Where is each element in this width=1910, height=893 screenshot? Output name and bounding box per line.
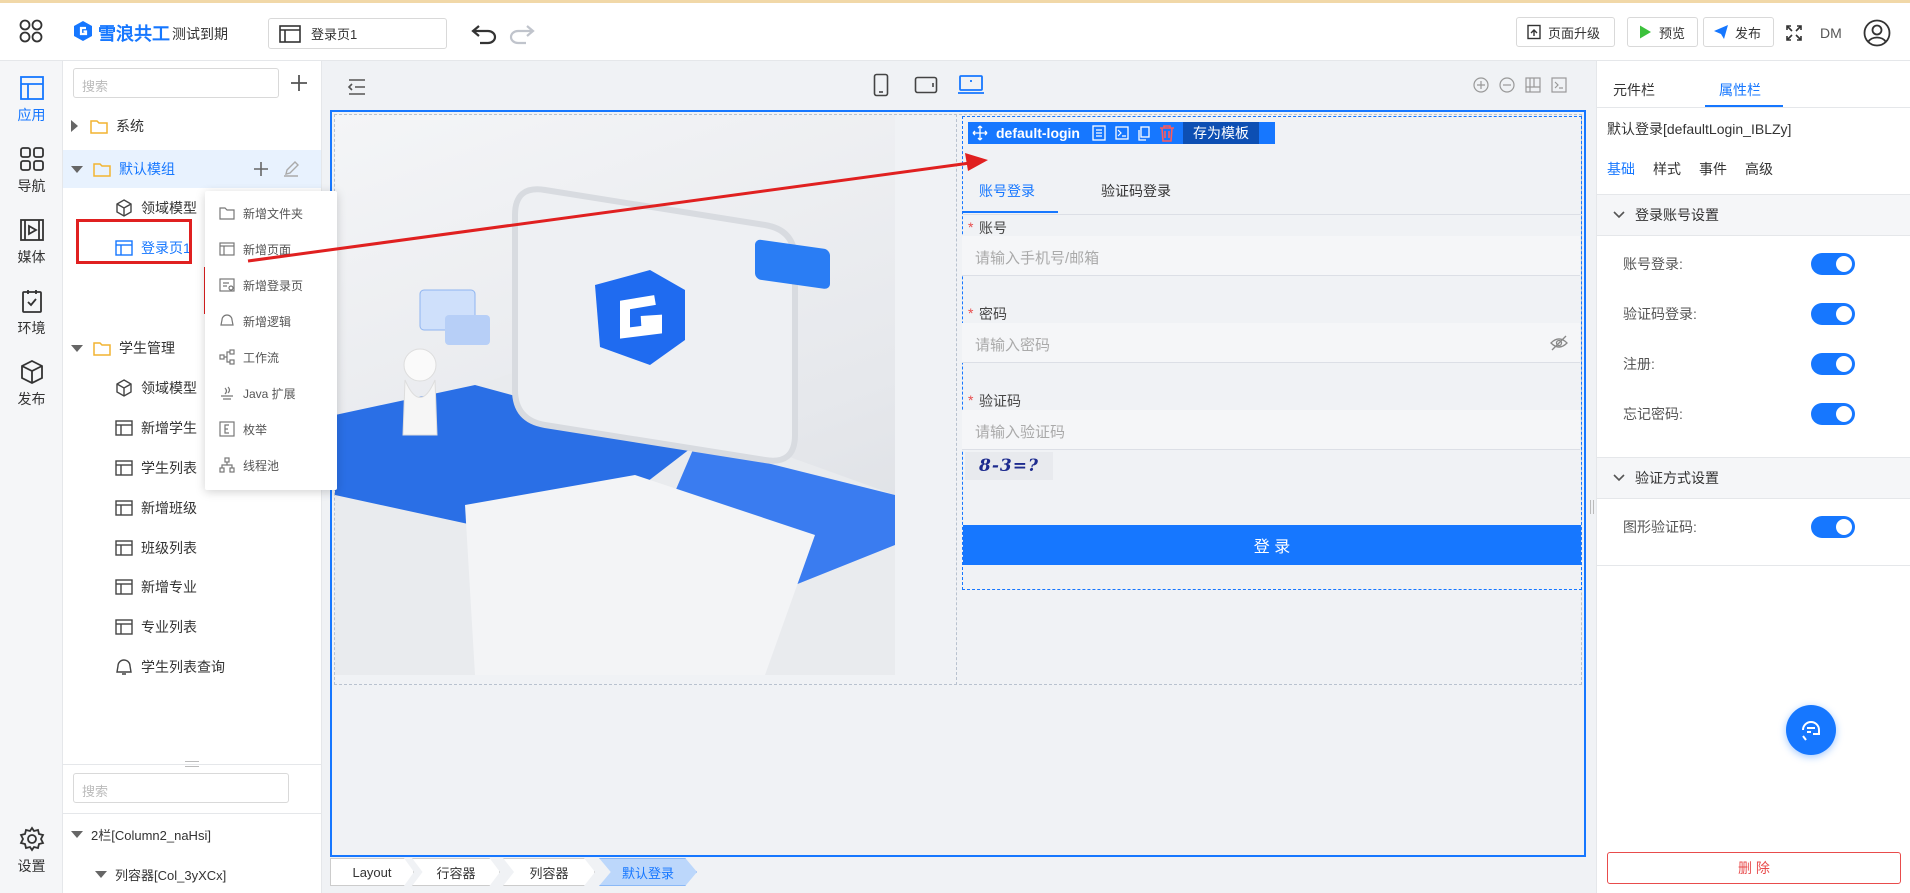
tab-properties[interactable]: 属性栏 — [1719, 80, 1761, 100]
toggle-image-captcha[interactable] — [1811, 516, 1855, 538]
setting-label: 账号登录: — [1623, 256, 1683, 272]
chevron-down-icon — [1613, 211, 1625, 219]
properties-panel: 元件栏 属性栏 默认登录[defaultLogin_IBLZy] 基础 样式 事… — [1596, 61, 1910, 893]
toggle-code-login[interactable] — [1811, 303, 1855, 325]
chevron-down-icon — [1613, 474, 1625, 482]
setting-label: 忘记密码: — [1623, 406, 1683, 422]
breadcrumb-layout[interactable]: Layout — [330, 858, 414, 886]
subtab-advanced[interactable]: 高级 — [1745, 159, 1773, 179]
toggle-register[interactable] — [1811, 353, 1855, 375]
breadcrumb-col-container[interactable]: 列容器 — [503, 858, 595, 886]
component-title: 默认登录[defaultLogin_IBLZy] — [1607, 121, 1792, 137]
subtab-events[interactable]: 事件 — [1699, 159, 1727, 179]
subtab-basic[interactable]: 基础 — [1607, 159, 1635, 179]
section-divider — [1597, 565, 1910, 566]
setting-label: 注册: — [1623, 356, 1655, 372]
section-login-account[interactable]: 登录账号设置 — [1597, 194, 1910, 236]
toggle-forgot-password[interactable] — [1811, 403, 1855, 425]
breadcrumb-default-login[interactable]: 默认登录 — [599, 858, 697, 886]
toggle-account-login[interactable] — [1811, 253, 1855, 275]
setting-label: 图形验证码: — [1623, 519, 1697, 535]
right-resize-handle[interactable] — [1590, 500, 1594, 514]
section-verification[interactable]: 验证方式设置 — [1597, 457, 1910, 499]
tab-components[interactable]: 元件栏 — [1613, 80, 1655, 100]
breadcrumb-row-container[interactable]: 行容器 — [412, 858, 500, 886]
assistant-button[interactable] — [1786, 705, 1836, 755]
subtab-style[interactable]: 样式 — [1653, 159, 1681, 179]
delete-button[interactable]: 删 除 — [1607, 852, 1901, 884]
chat-bot-icon — [1802, 721, 1820, 741]
tabs-divider — [1597, 107, 1910, 108]
setting-label: 验证码登录: — [1623, 306, 1697, 322]
